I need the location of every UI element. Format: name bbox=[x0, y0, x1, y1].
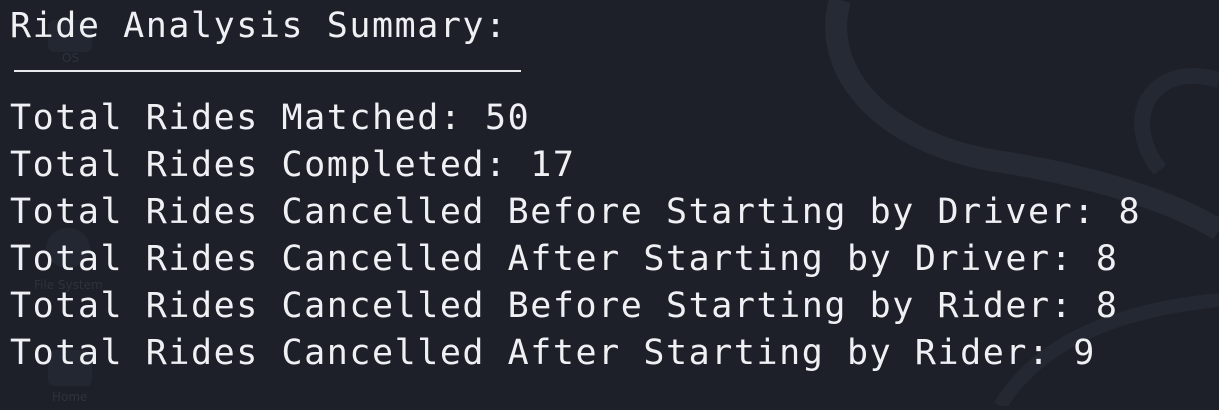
summary-title: Ride Analysis Summary: bbox=[10, 6, 508, 46]
stat-line-matched: Total Rides Matched: 50 bbox=[10, 98, 531, 138]
stat-line-cancelled-before-driver: Total Rides Cancelled Before Starting by… bbox=[10, 192, 1142, 232]
stat-line-cancelled-after-driver: Total Rides Cancelled After Starting by … bbox=[10, 239, 1119, 279]
stats-list: Total Rides Matched: 50 Total Rides Comp… bbox=[10, 95, 1141, 377]
title-underline-divider bbox=[14, 70, 521, 72]
stat-line-completed: Total Rides Completed: 17 bbox=[10, 145, 576, 185]
stat-line-cancelled-after-rider: Total Rides Cancelled After Starting by … bbox=[10, 333, 1096, 373]
terminal-output[interactable]: Ride Analysis Summary: Total Rides Match… bbox=[10, 0, 1219, 406]
stat-line-cancelled-before-rider: Total Rides Cancelled Before Starting by… bbox=[10, 286, 1119, 326]
